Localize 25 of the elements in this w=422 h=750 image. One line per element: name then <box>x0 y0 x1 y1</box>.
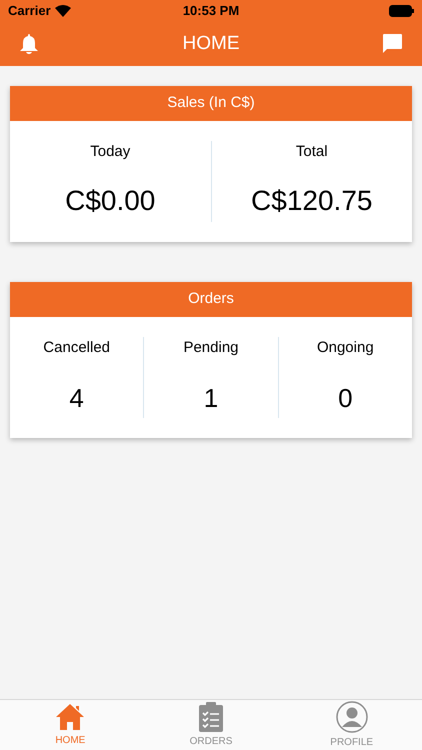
card-header: Orders <box>10 282 412 316</box>
stat-value: 4 <box>69 382 84 415</box>
tab-bar-item[interactable]: PROFILE <box>281 700 422 750</box>
tab-bar-item[interactable]: HOME <box>0 700 141 750</box>
carrier-label: Carrier <box>8 2 51 20</box>
clipboard-icon <box>199 702 223 732</box>
stat-value: 1 <box>204 382 218 415</box>
stat-label: Total <box>296 142 328 162</box>
page-title: HOME <box>182 32 240 56</box>
house-icon <box>55 702 86 730</box>
bell-icon <box>20 34 38 54</box>
stat-label: Cancelled <box>43 338 110 358</box>
stat-label: Ongoing <box>316 338 374 358</box>
chat-icon <box>382 34 402 54</box>
stat-value: C$120.75 <box>251 184 372 218</box>
card-header: Sales (In C$) <box>10 86 412 121</box>
stat-label: Today <box>90 142 130 162</box>
stat-label: Pending <box>183 338 239 358</box>
wifi-icon <box>54 5 71 17</box>
battery-icon <box>389 5 414 17</box>
tab-bar-item[interactable]: ORDERS <box>140 700 282 750</box>
profile-icon <box>336 700 368 732</box>
clock-time: 10:53 PM <box>182 2 240 20</box>
stat-value: C$0.00 <box>65 184 156 218</box>
stat-value: 0 <box>338 382 353 415</box>
